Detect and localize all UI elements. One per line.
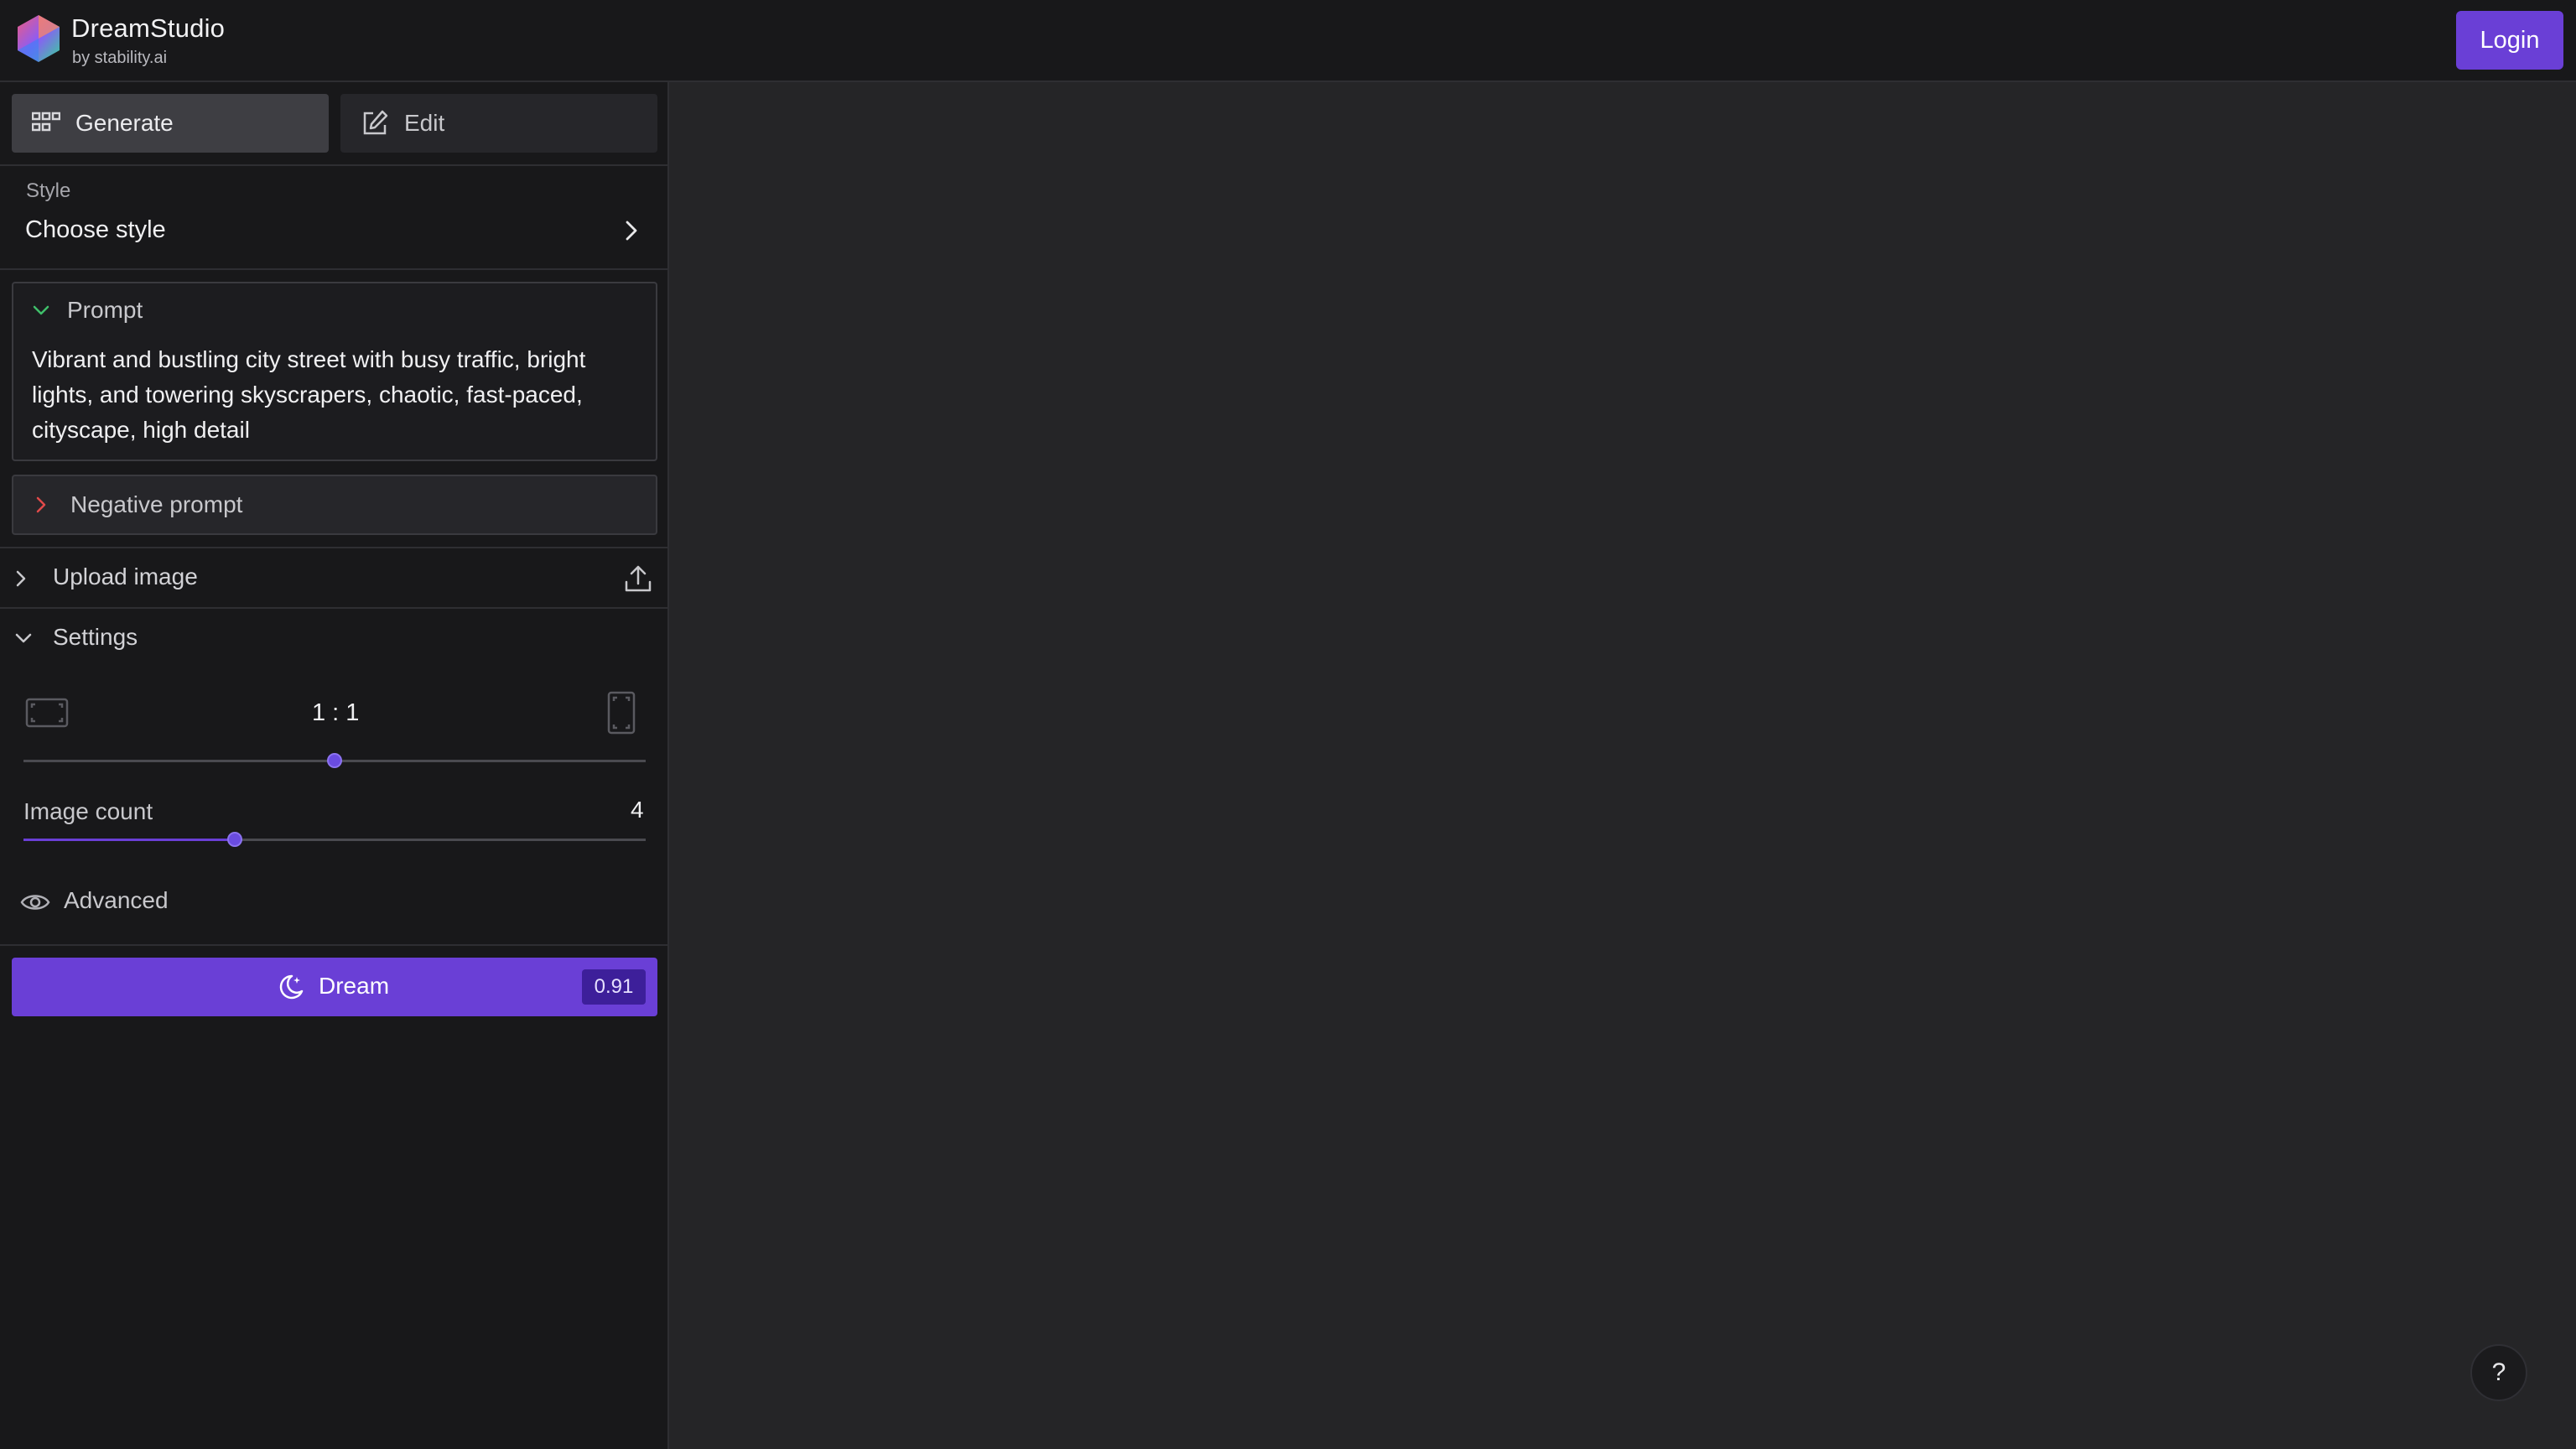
aspect-ratio-value: 1 : 1 [312, 699, 360, 726]
top-bar: DreamStudio by stability.ai Login [0, 0, 2576, 82]
edit-icon [363, 110, 388, 135]
eye-icon [20, 895, 50, 910]
aspect-slider-thumb[interactable] [327, 753, 342, 768]
divider [0, 164, 669, 166]
image-count-value: 4 [631, 797, 644, 823]
negative-prompt-panel[interactable]: Negative prompt [12, 475, 657, 535]
tab-edit-label: Edit [404, 110, 445, 136]
grid-icon [32, 112, 60, 132]
chevron-right-icon [36, 496, 46, 513]
brand-title: DreamStudio [71, 13, 226, 43]
settings-label: Settings [53, 624, 138, 650]
chevron-down-icon [15, 633, 32, 643]
tab-edit[interactable]: Edit [340, 94, 657, 153]
dream-button[interactable]: Dream 0.91 [12, 958, 657, 1016]
dream-label: Dream [319, 973, 390, 999]
tab-generate-label: Generate [75, 110, 174, 136]
sidebar-panel: Generate Edit Style Choose style Prompt … [0, 82, 669, 1449]
prompt-panel: Prompt Vibrant and bustling city street … [12, 282, 657, 461]
image-count-label: Image count [23, 798, 153, 824]
chevron-right-icon [626, 221, 637, 241]
credit-cost-badge: 0.91 [582, 969, 646, 1005]
count-slider-fill [23, 839, 236, 841]
style-label: Style [26, 179, 71, 202]
portrait-aspect-icon[interactable] [605, 691, 637, 735]
advanced-label: Advanced [64, 887, 169, 913]
count-slider-thumb[interactable] [227, 832, 243, 847]
chevron-right-icon [16, 570, 26, 587]
divider [0, 944, 669, 946]
divider [0, 268, 669, 270]
prompt-input[interactable]: Vibrant and bustling city street with bu… [32, 342, 644, 448]
divider [0, 607, 669, 609]
negative-prompt-label: Negative prompt [70, 491, 243, 517]
landscape-aspect-icon[interactable] [25, 696, 69, 730]
help-button[interactable]: ? [2470, 1344, 2527, 1401]
moon-stars-icon [279, 974, 304, 1000]
tab-generate[interactable]: Generate [12, 94, 329, 153]
login-button[interactable]: Login [2456, 11, 2563, 70]
dreamstudio-logo-icon [18, 15, 60, 62]
style-value: Choose style [25, 216, 166, 243]
brand-subtitle: by stability.ai [72, 49, 168, 67]
upload-icon[interactable] [623, 564, 653, 594]
chevron-down-icon[interactable] [32, 304, 50, 317]
divider [0, 547, 669, 548]
upload-image-label: Upload image [53, 564, 198, 589]
prompt-label[interactable]: Prompt [67, 297, 143, 324]
